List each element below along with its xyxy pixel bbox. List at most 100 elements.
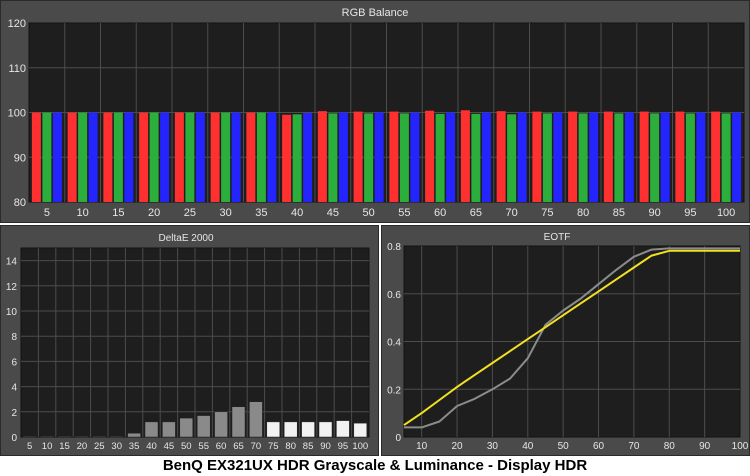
rgb-bar [460,110,470,202]
y-tick-label: 14 [6,257,18,268]
x-tick-label: 20 [148,207,160,219]
deltae-svg: DeltaE 2000 0 2 4 6 8 10 12 14 5 10 15 20 25 30 35 40 45 5… [6,233,370,452]
x-tick-label: 85 [613,207,625,219]
rgb-bar [364,113,374,202]
rgb-bar [210,112,220,202]
rgb-bar [624,112,634,202]
deltae-bar [249,401,263,438]
y-tick-label: 110 [8,63,26,75]
x-tick-label: 65 [470,207,482,219]
x-tick-label: 90 [699,441,711,452]
rgb-bar [221,112,231,202]
rgb-balance-chart: RGB Balance 80 90 100 110 120 5 10 15 20 25 30 35 40 4… [0,0,750,223]
y-tick-label: 80 [14,197,26,209]
rgb-bar [103,112,113,202]
deltae-bar [283,421,298,438]
rgb-bar [353,111,363,202]
deltae-bar [75,436,89,438]
x-tick-label: 45 [327,207,339,219]
x-tick-label: 25 [184,207,196,219]
rgb-bar [78,112,88,202]
x-tick-label: 100 [732,441,749,452]
rgb-bar [517,112,527,202]
rgb-bar [532,111,542,202]
x-tick-label: 10 [42,441,53,452]
rgb-bar [435,113,445,202]
x-tick-label: 50 [363,207,375,219]
x-tick-label: 55 [198,441,209,452]
rgb-bar [446,112,456,202]
x-tick-label: 95 [338,441,349,452]
rgb-bar [650,113,660,202]
rgb-bar [282,114,292,202]
x-tick-label: 15 [112,207,124,219]
rgb-bar [481,112,491,202]
x-tick-label: 100 [717,207,735,219]
deltae-bar [231,406,246,438]
rgb-bar [256,112,266,202]
eotf-chart: EOTF 0 0.2 0.4 0.6 0.8 10 20 30 40 50 60 70 80 90 100 [381,225,750,456]
x-tick-label: 35 [129,441,140,452]
x-tick-label: 70 [506,207,518,219]
x-tick-label: 30 [487,441,499,452]
x-tick-label: 40 [291,207,303,219]
x-tick-label: 100 [352,441,368,452]
rgb-bar [721,113,731,202]
x-tick-label: 80 [285,441,296,452]
x-tick-label: 5 [27,441,32,452]
y-tick-label: 0.8 [387,242,401,253]
rgb-bar [317,111,327,202]
x-tick-label: 5 [44,207,50,219]
rgb-bar [711,111,721,202]
rgb-bar [471,113,481,202]
deltae-bar [144,421,159,438]
rgb-bar [732,112,742,202]
x-tick-label: 20 [77,441,88,452]
rgb-bar [374,112,384,202]
rgb-bar [553,112,563,202]
x-tick-label: 85 [303,441,314,452]
x-tick-label: 50 [558,441,570,452]
chart-title: EOTF [544,232,571,243]
x-tick-label: 60 [434,207,446,219]
deltae-bar [40,436,54,438]
x-tick-label: 90 [649,207,661,219]
x-tick-label: 25 [94,441,105,452]
rgb-bar [660,112,670,202]
rgb-bar [124,112,134,202]
rgb-bar [139,112,149,202]
deltae-bar [353,422,368,438]
eotf-svg: EOTF 0 0.2 0.4 0.6 0.8 10 20 30 40 50 60 70 80 90 100 [387,232,749,452]
rgb-bar [425,110,435,202]
rgb-bar [231,112,241,202]
deltae-bar [301,421,315,438]
rgb-bar [303,112,313,202]
rgb-bar [568,111,578,202]
rgb-bar [42,112,52,202]
deltae-bar [179,417,194,438]
x-tick-label: 95 [684,207,696,219]
x-tick-label: 90 [320,441,331,452]
y-tick-label: 4 [11,383,17,394]
figure-caption: BenQ EX321UX HDR Grayscale & Luminance -… [162,457,588,474]
y-tick-label: 0 [11,433,17,444]
rgb-bar [67,112,77,202]
deltae-bar [127,432,141,438]
x-tick-label: 70 [251,441,262,452]
y-tick-label: 12 [6,282,18,293]
x-tick-label: 45 [164,441,175,452]
rgb-bar [185,112,195,202]
y-tick-label: 120 [8,18,26,30]
x-tick-label: 10 [77,207,89,219]
x-tick-label: 40 [522,441,534,452]
x-tick-label: 30 [220,207,232,219]
rgb-bar [696,112,706,202]
deltae-bar [318,421,333,438]
rgb-bar [328,113,338,202]
rgb-bar [685,113,695,202]
rgb-bar [589,112,599,202]
rgb-bar [113,112,123,202]
x-tick-label: 40 [146,441,157,452]
deltae-bar [162,421,176,438]
deltae-bar [109,436,124,438]
